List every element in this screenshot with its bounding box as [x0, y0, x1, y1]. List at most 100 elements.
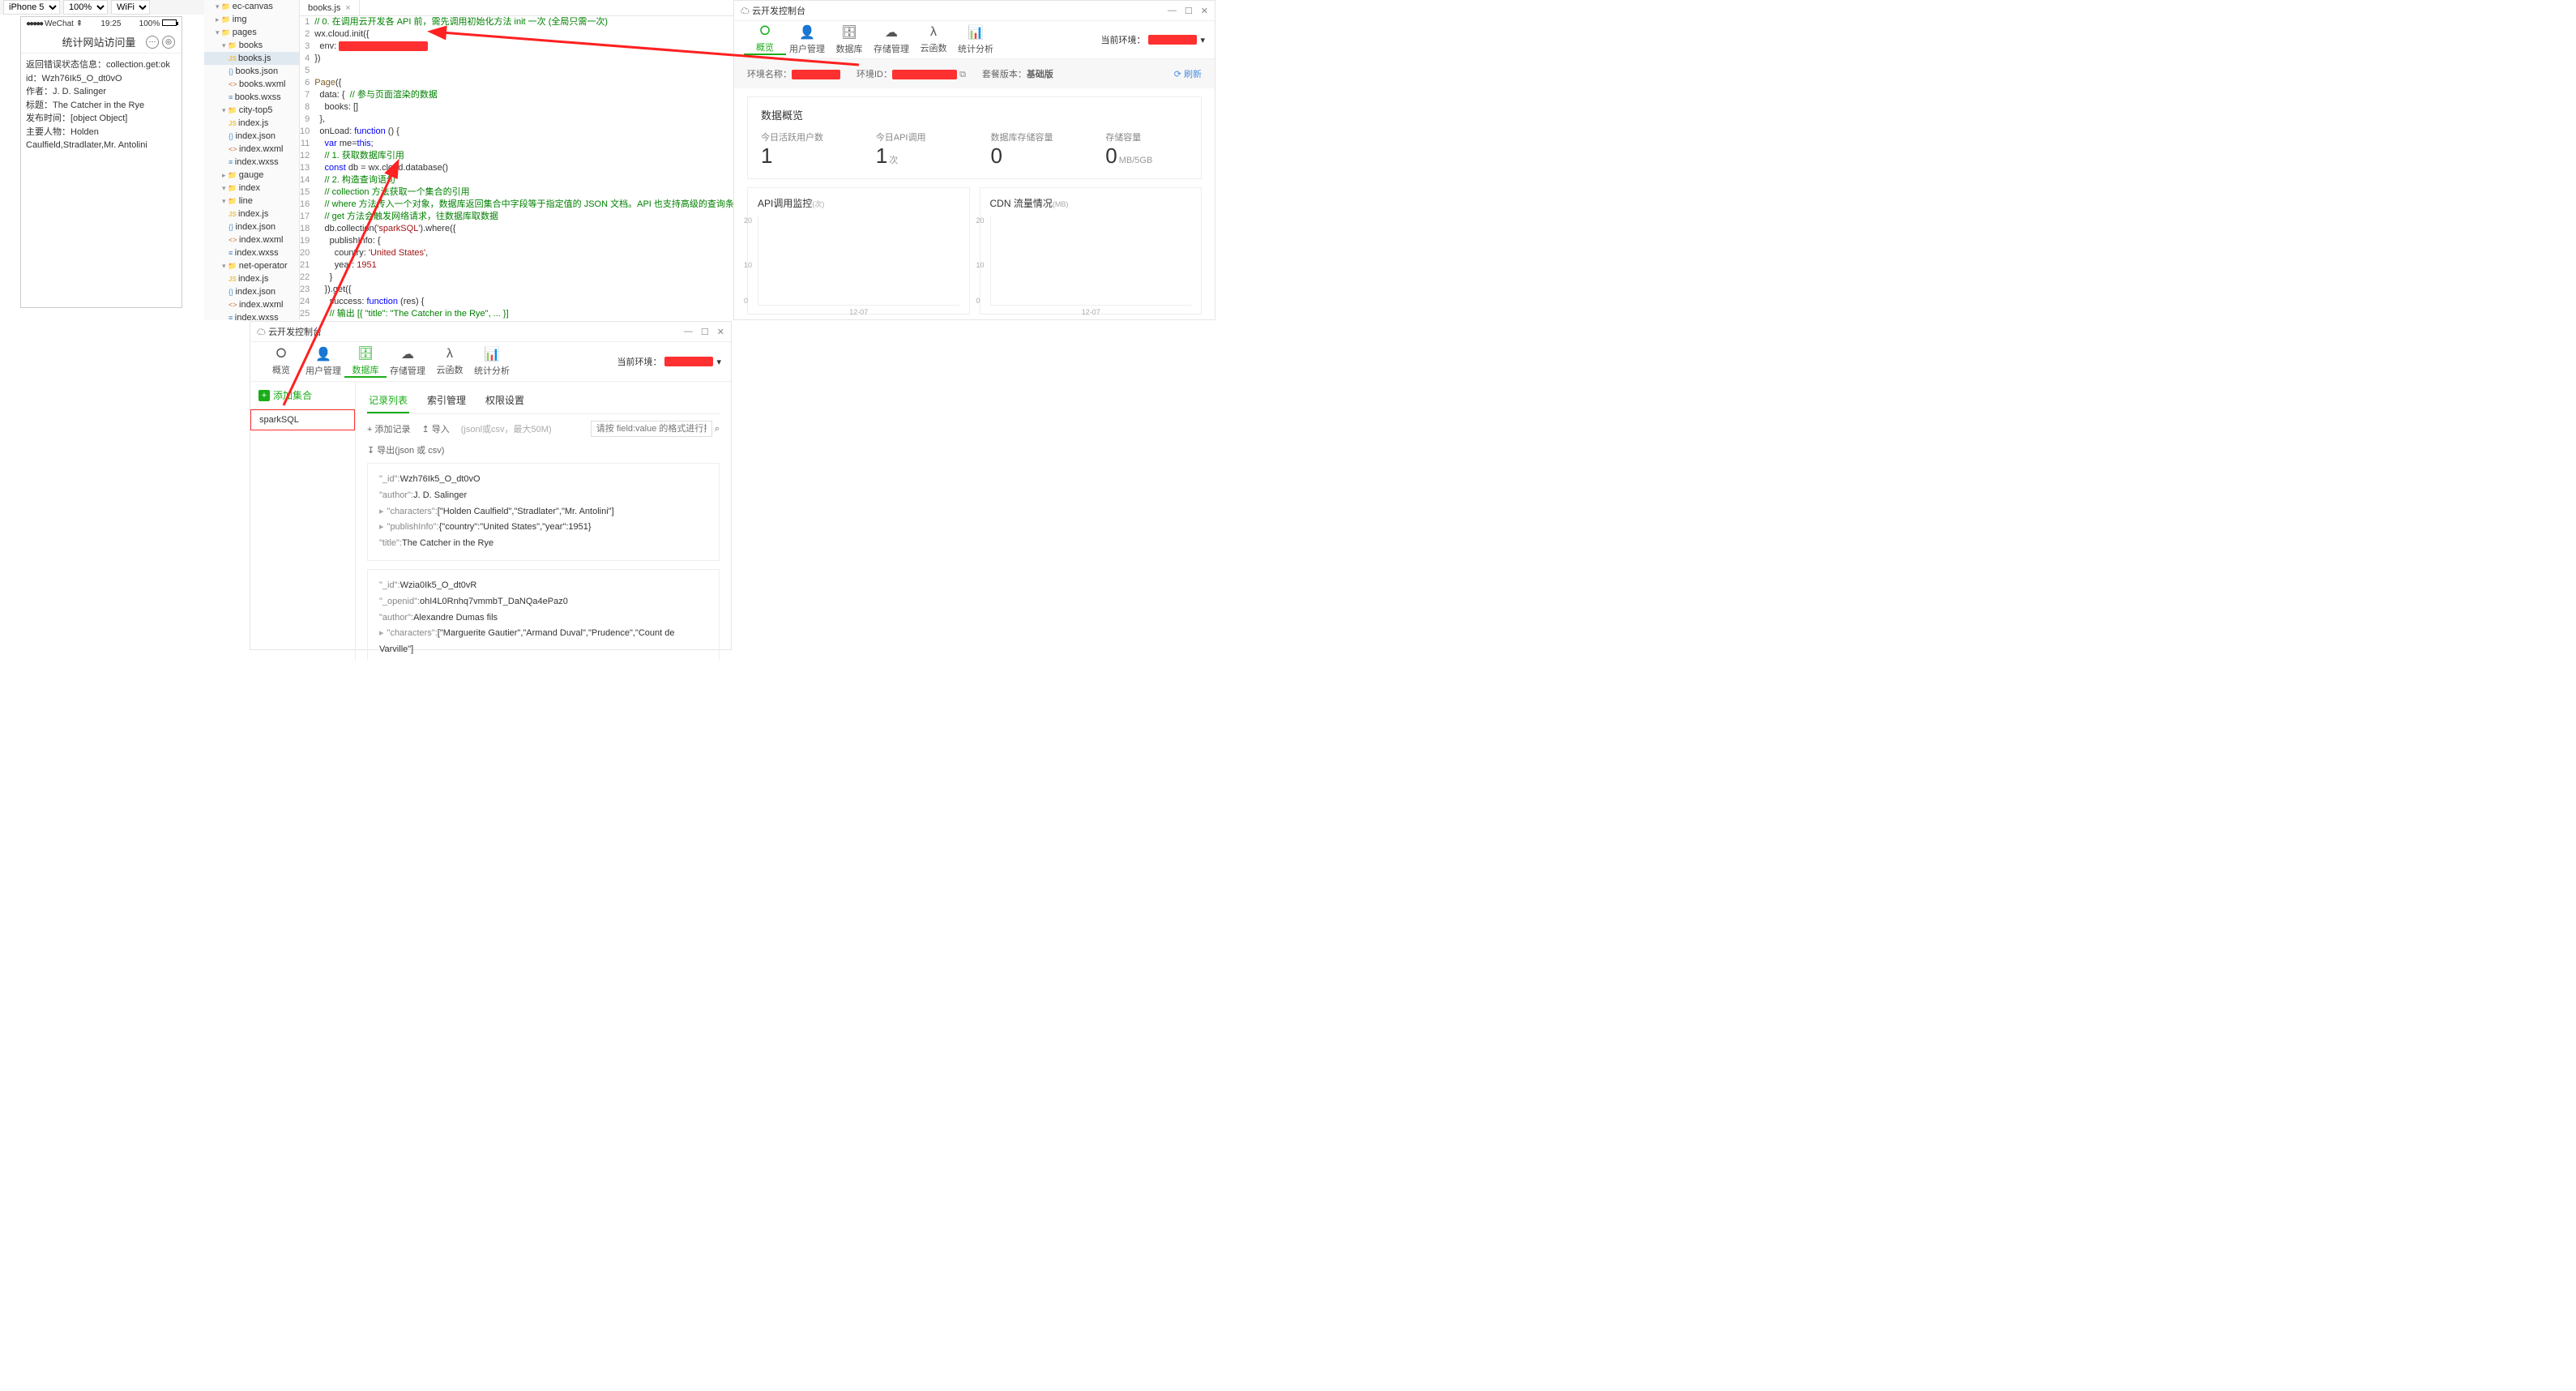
- expand-icon[interactable]: ▸: [379, 507, 384, 516]
- titlebar: ☁ 云开发控制台 — ☐ ✕: [734, 1, 1215, 21]
- env-meta: 环境名称：x 环境ID：x ⧉ 套餐版本：基础版 ⟳ 刷新: [734, 59, 1215, 88]
- collection-item[interactable]: sparkSQL: [250, 409, 355, 430]
- tree-node[interactable]: index.js: [204, 208, 299, 220]
- add-record-button[interactable]: 添加记录: [367, 422, 410, 435]
- cloud-console-bottom: ☁ 云开发控制台 — ☐ ✕ ⭘概览👤用户管理🗄数据库☁存储管理λ云函数📊统计分…: [250, 321, 732, 650]
- env-selector[interactable]: 当前环境：x ▾: [1100, 33, 1205, 46]
- tree-node[interactable]: books.json: [204, 65, 299, 78]
- import-button[interactable]: ↥ 导入: [421, 422, 449, 435]
- tree-node[interactable]: index.json: [204, 285, 299, 298]
- search-box: ⌕: [591, 421, 720, 437]
- search-icon[interactable]: ⌕: [715, 424, 720, 434]
- db-tab[interactable]: 记录列表: [367, 388, 409, 413]
- stat-card: 今日API调用 1次: [876, 131, 959, 169]
- db-tab[interactable]: 索引管理: [425, 388, 468, 413]
- add-collection-button[interactable]: 添加集合: [250, 382, 355, 409]
- db-sidebar: 添加集合 sparkSQL: [250, 382, 356, 661]
- refresh-button[interactable]: ⟳ 刷新: [1174, 67, 1202, 80]
- stat-card: 存储容量 0MB/5GB: [1105, 131, 1188, 169]
- nav-icon: λ: [930, 25, 937, 40]
- expand-icon[interactable]: ▸: [379, 522, 384, 532]
- device-select[interactable]: iPhone 5: [3, 0, 60, 15]
- tree-node[interactable]: index.wxss: [204, 246, 299, 259]
- nav-item[interactable]: 🗄数据库: [344, 345, 387, 378]
- api-chart: API调用监控(次) 20 10 0 12-07: [747, 187, 970, 315]
- tree-node[interactable]: index.json: [204, 220, 299, 233]
- tree-node[interactable]: pages: [204, 26, 299, 39]
- tree-node[interactable]: books: [204, 39, 299, 52]
- nav-item[interactable]: ☁存储管理: [387, 346, 429, 377]
- target-icon[interactable]: ◎: [162, 36, 175, 49]
- nav-icon: ☁: [885, 24, 898, 41]
- db-record: _idWzia0Ik5_O_dt0vR_openidohI4L0Rnhq7vmm…: [367, 569, 720, 661]
- network-select[interactable]: WiFi: [111, 0, 150, 15]
- db-record: _idWzh76Ik5_O_dt0vOauthorJ. D. Salinger▸…: [367, 463, 720, 561]
- close-icon[interactable]: ×: [345, 3, 350, 13]
- copy-icon[interactable]: ⧉: [959, 70, 966, 79]
- tree-node[interactable]: net-operator: [204, 259, 299, 272]
- nav-item[interactable]: 📊统计分析: [955, 24, 997, 55]
- export-button[interactable]: 导出(json 或 csv): [377, 446, 444, 456]
- tree-node[interactable]: ec-canvas: [204, 0, 299, 13]
- nav-icon: ⭘: [276, 347, 287, 362]
- tree-node[interactable]: city-top5: [204, 104, 299, 117]
- close-icon[interactable]: ✕: [1201, 6, 1208, 16]
- tree-node[interactable]: index.js: [204, 272, 299, 285]
- nav-icon: ⭘: [760, 24, 771, 39]
- tree-node[interactable]: index.wxml: [204, 143, 299, 156]
- tree-node[interactable]: line: [204, 195, 299, 208]
- nav-item[interactable]: ⭘概览: [744, 24, 786, 55]
- close-icon[interactable]: ✕: [717, 327, 724, 337]
- tree-node[interactable]: img: [204, 13, 299, 26]
- stat-card: 今日活跃用户数 1: [761, 131, 844, 169]
- output-line: id：Wzh76Ik5_O_dt0vO: [26, 72, 177, 86]
- maximize-icon[interactable]: ☐: [1185, 6, 1193, 16]
- nav-item[interactable]: λ云函数: [912, 25, 955, 54]
- zoom-select[interactable]: 100%: [63, 0, 108, 15]
- tree-node[interactable]: index.wxml: [204, 233, 299, 246]
- phone-content: 返回错误状态信息：collection.get:okid：Wzh76Ik5_O_…: [21, 54, 182, 157]
- tree-node[interactable]: index.wxss: [204, 156, 299, 169]
- simulator-controls: iPhone 5 100% WiFi: [0, 0, 203, 15]
- page-title: 统计网站访问量: [52, 34, 146, 49]
- nav-item[interactable]: 👤用户管理: [786, 24, 828, 55]
- nav-item[interactable]: 🗄数据库: [828, 24, 870, 55]
- minimize-icon[interactable]: —: [1168, 6, 1177, 16]
- minimize-icon[interactable]: —: [684, 327, 693, 337]
- phone-time: 19:25: [100, 19, 121, 28]
- tree-node[interactable]: books.wxss: [204, 91, 299, 104]
- env-selector[interactable]: 当前环境：x ▾: [617, 355, 721, 368]
- nav-item[interactable]: λ云函数: [429, 347, 471, 376]
- tree-node[interactable]: index: [204, 182, 299, 195]
- maximize-icon[interactable]: ☐: [701, 327, 709, 337]
- nav-icon: λ: [446, 347, 453, 362]
- db-tab[interactable]: 权限设置: [484, 388, 526, 413]
- battery-icon: [162, 19, 177, 26]
- editor-tab[interactable]: books.js×: [300, 0, 360, 15]
- nav-item[interactable]: ⭘概览: [260, 347, 302, 376]
- editor-tabs: books.js×: [300, 0, 733, 16]
- tree-node[interactable]: books.wxml: [204, 78, 299, 91]
- expand-icon[interactable]: ▸: [379, 628, 384, 638]
- search-input[interactable]: [591, 421, 712, 437]
- console-nav: ⭘概览👤用户管理🗄数据库☁存储管理λ云函数📊统计分析 当前环境：x ▾: [250, 342, 731, 382]
- tree-node[interactable]: index.js: [204, 117, 299, 130]
- tree-node[interactable]: books.js: [204, 52, 299, 65]
- phone-nav: 统计网站访问量 ⋯ ◎: [21, 31, 182, 54]
- titlebar: ☁ 云开发控制台 — ☐ ✕: [250, 322, 731, 342]
- db-toolbar: 添加记录 ↥ 导入 (jsonl或csv，最大50M) ⌕: [367, 414, 720, 443]
- tree-node[interactable]: gauge: [204, 169, 299, 182]
- wifi-icon: ⇞: [76, 19, 83, 28]
- nav-item[interactable]: 📊统计分析: [471, 346, 513, 377]
- nav-icon: 🗄: [841, 24, 857, 41]
- nav-icon: 📊: [484, 346, 500, 362]
- code-editor: books.js× 123456789101112131415161718192…: [300, 0, 733, 320]
- menu-icon[interactable]: ⋯: [146, 36, 159, 49]
- db-main: 记录列表索引管理权限设置 添加记录 ↥ 导入 (jsonl或csv，最大50M)…: [356, 382, 731, 661]
- tree-node[interactable]: index.wxss: [204, 311, 299, 320]
- tree-node[interactable]: index.json: [204, 130, 299, 143]
- data-overview: 数据概览 今日活跃用户数 1 今日API调用 1次 数据库存储容量 0 存储容量…: [747, 96, 1202, 179]
- nav-item[interactable]: ☁存储管理: [870, 24, 912, 55]
- tree-node[interactable]: index.wxml: [204, 298, 299, 311]
- nav-item[interactable]: 👤用户管理: [302, 346, 344, 377]
